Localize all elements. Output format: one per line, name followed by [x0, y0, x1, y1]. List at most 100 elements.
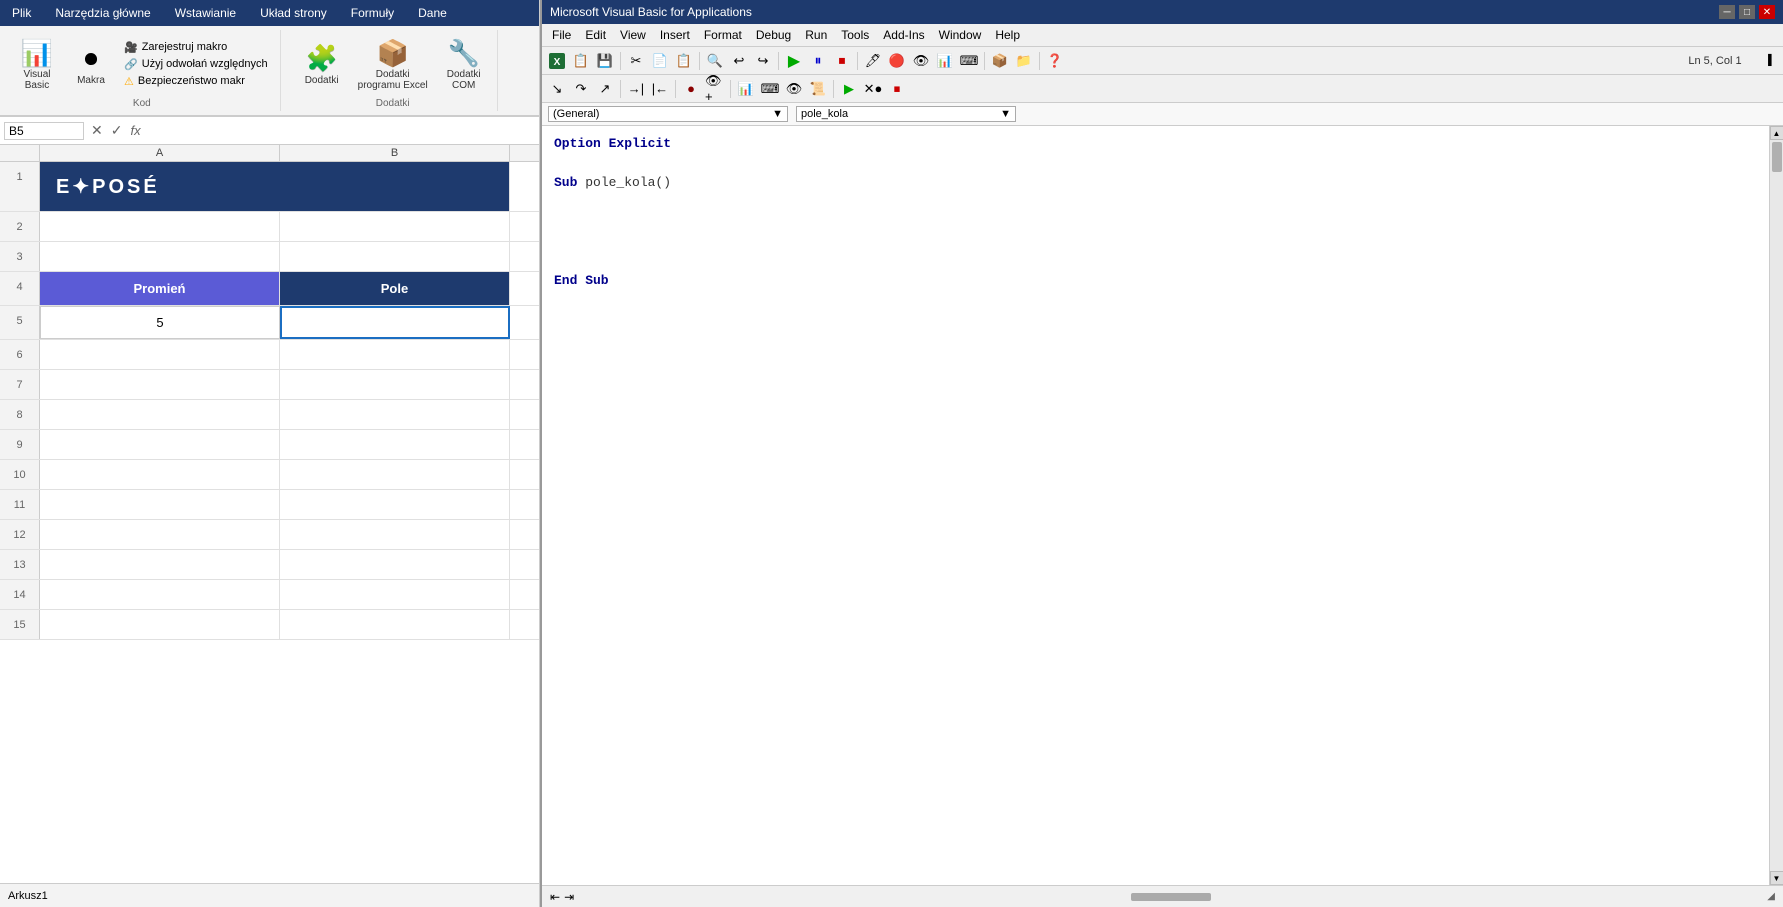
- indent-btn[interactable]: →|: [625, 78, 647, 100]
- scrollbar-up-btn[interactable]: ▲: [1770, 126, 1783, 140]
- cell-a14[interactable]: [40, 580, 280, 609]
- cell-a7[interactable]: [40, 370, 280, 399]
- cell-reference-input[interactable]: [4, 122, 84, 140]
- cell-a8[interactable]: [40, 400, 280, 429]
- cell-a2[interactable]: [40, 212, 280, 241]
- cell-b6[interactable]: [280, 340, 510, 369]
- cell-b12[interactable]: [280, 520, 510, 549]
- vba-undo-btn[interactable]: ↩: [728, 50, 750, 72]
- immediate-win-btn[interactable]: ⌨: [759, 78, 781, 100]
- vba-menu-format[interactable]: Format: [698, 26, 748, 44]
- vba-menu-file[interactable]: File: [546, 26, 577, 44]
- vba-scrollbar-right[interactable]: ▲ ▼: [1769, 126, 1783, 885]
- bottom-icon-right[interactable]: ⇥: [564, 890, 574, 904]
- highlight-btn[interactable]: ▶: [838, 78, 860, 100]
- callstack-btn[interactable]: 📜: [807, 78, 829, 100]
- logo-cell[interactable]: E✦POSÉ: [40, 162, 510, 211]
- vba-design-btn[interactable]: 🖊: [862, 50, 884, 72]
- scrollbar-down-btn[interactable]: ▼: [1770, 871, 1783, 885]
- procedure-dropdown[interactable]: pole_kola ▼: [796, 106, 1016, 122]
- clear-all-breakpoints-btn[interactable]: ✕●: [862, 78, 884, 100]
- step-over-btn[interactable]: ↷: [570, 78, 592, 100]
- vba-menu-run[interactable]: Run: [799, 26, 833, 44]
- cell-a13[interactable]: [40, 550, 280, 579]
- vba-menu-addins[interactable]: Add-Ins: [877, 26, 930, 44]
- cell-b3[interactable]: [280, 242, 510, 271]
- cancel-formula-icon[interactable]: ✕: [88, 122, 106, 139]
- general-dropdown[interactable]: (General) ▼: [548, 106, 788, 122]
- locals-win-btn[interactable]: 📊: [735, 78, 757, 100]
- vba-help-btn[interactable]: ❓: [1044, 50, 1066, 72]
- cell-a15[interactable]: [40, 610, 280, 639]
- close-button[interactable]: ✕: [1759, 5, 1775, 19]
- cell-b14[interactable]: [280, 580, 510, 609]
- vba-pause-btn[interactable]: ⏸: [807, 50, 829, 72]
- cell-a9[interactable]: [40, 430, 280, 459]
- vba-break-btn[interactable]: 🔴: [886, 50, 908, 72]
- cell-a10[interactable]: [40, 460, 280, 489]
- rejestruj-makro-button[interactable]: 🎥 Zarejestruj makro: [120, 40, 272, 55]
- h-scrollbar-thumb[interactable]: [1131, 893, 1211, 901]
- dodatki-com-button[interactable]: 🔧 DodatkiCOM: [439, 32, 489, 96]
- menu-narzedzia[interactable]: Narzędzia główne: [51, 4, 154, 22]
- insert-function-icon[interactable]: fx: [127, 123, 143, 138]
- cell-a6[interactable]: [40, 340, 280, 369]
- vba-copy-btn[interactable]: 📄: [649, 50, 671, 72]
- cell-a3[interactable]: [40, 242, 280, 271]
- vba-menu-debug[interactable]: Debug: [750, 26, 797, 44]
- vba-stop-btn[interactable]: ⏹: [831, 50, 853, 72]
- vba-redo-btn[interactable]: ↪: [752, 50, 774, 72]
- outdent-btn[interactable]: |←: [649, 78, 671, 100]
- vba-menu-tools[interactable]: Tools: [835, 26, 875, 44]
- menu-wstawianie[interactable]: Wstawianie: [171, 4, 240, 22]
- cell-b15[interactable]: [280, 610, 510, 639]
- vba-watch-btn[interactable]: 👁: [910, 50, 932, 72]
- cell-b13[interactable]: [280, 550, 510, 579]
- vba-object-btn[interactable]: 📦: [989, 50, 1011, 72]
- pole-header[interactable]: Pole: [280, 272, 510, 305]
- toggle-breakpoint-btn[interactable]: ⏹: [886, 78, 908, 100]
- confirm-formula-icon[interactable]: ✓: [108, 122, 126, 139]
- vba-cut-btn[interactable]: ✂: [625, 50, 647, 72]
- formula-input[interactable]: [148, 124, 535, 138]
- vba-save-btn[interactable]: 💾: [594, 50, 616, 72]
- cell-a5[interactable]: 5: [40, 306, 280, 339]
- vba-icon-view-excel[interactable]: X: [546, 50, 568, 72]
- makra-button[interactable]: ⏺ Makra: [66, 38, 116, 91]
- visual-basic-button[interactable]: 📊 VisualBasic: [12, 32, 62, 96]
- menu-formuly[interactable]: Formuły: [347, 4, 398, 22]
- cell-b10[interactable]: [280, 460, 510, 489]
- cell-b5[interactable]: [280, 306, 510, 339]
- minimize-button[interactable]: ─: [1719, 5, 1735, 19]
- vba-find-btn[interactable]: 🔍: [704, 50, 726, 72]
- scrollbar-thumb[interactable]: [1772, 142, 1782, 172]
- cell-a12[interactable]: [40, 520, 280, 549]
- vba-menu-insert[interactable]: Insert: [654, 26, 696, 44]
- menu-plik[interactable]: Plik: [8, 4, 35, 22]
- vba-menu-edit[interactable]: Edit: [579, 26, 612, 44]
- vba-locals-btn[interactable]: 📊: [934, 50, 956, 72]
- dodatki-excel-button[interactable]: 📦 Dodatkiprogramu Excel: [351, 32, 435, 96]
- vba-immwin-btn[interactable]: ⌨: [958, 50, 980, 72]
- cell-b2[interactable]: [280, 212, 510, 241]
- promien-header[interactable]: Promień: [40, 272, 280, 305]
- step-into-btn[interactable]: ↘: [546, 78, 568, 100]
- cell-a11[interactable]: [40, 490, 280, 519]
- breakpoint-btn[interactable]: ●: [680, 78, 702, 100]
- dodatki-button[interactable]: 🧩 Dodatki: [297, 38, 347, 91]
- menu-dane[interactable]: Dane: [414, 4, 451, 22]
- vba-menu-help[interactable]: Help: [989, 26, 1026, 44]
- watch-add-btn[interactable]: 👁+: [704, 78, 726, 100]
- bottom-icon-left[interactable]: ⇤: [550, 890, 560, 904]
- vba-code-editor[interactable]: Option Explicit Sub pole_kola() End Sub: [542, 126, 1769, 885]
- vba-insert-module-btn[interactable]: 📋: [570, 50, 592, 72]
- maximize-button[interactable]: □: [1739, 5, 1755, 19]
- step-out-btn[interactable]: ↗: [594, 78, 616, 100]
- vba-run-btn[interactable]: ▶: [783, 50, 805, 72]
- cell-b7[interactable]: [280, 370, 510, 399]
- watch-win-btn[interactable]: 👁: [783, 78, 805, 100]
- menu-uklad[interactable]: Układ strony: [256, 4, 331, 22]
- vba-paste-btn[interactable]: 📋: [673, 50, 695, 72]
- vba-menu-window[interactable]: Window: [933, 26, 988, 44]
- cell-b8[interactable]: [280, 400, 510, 429]
